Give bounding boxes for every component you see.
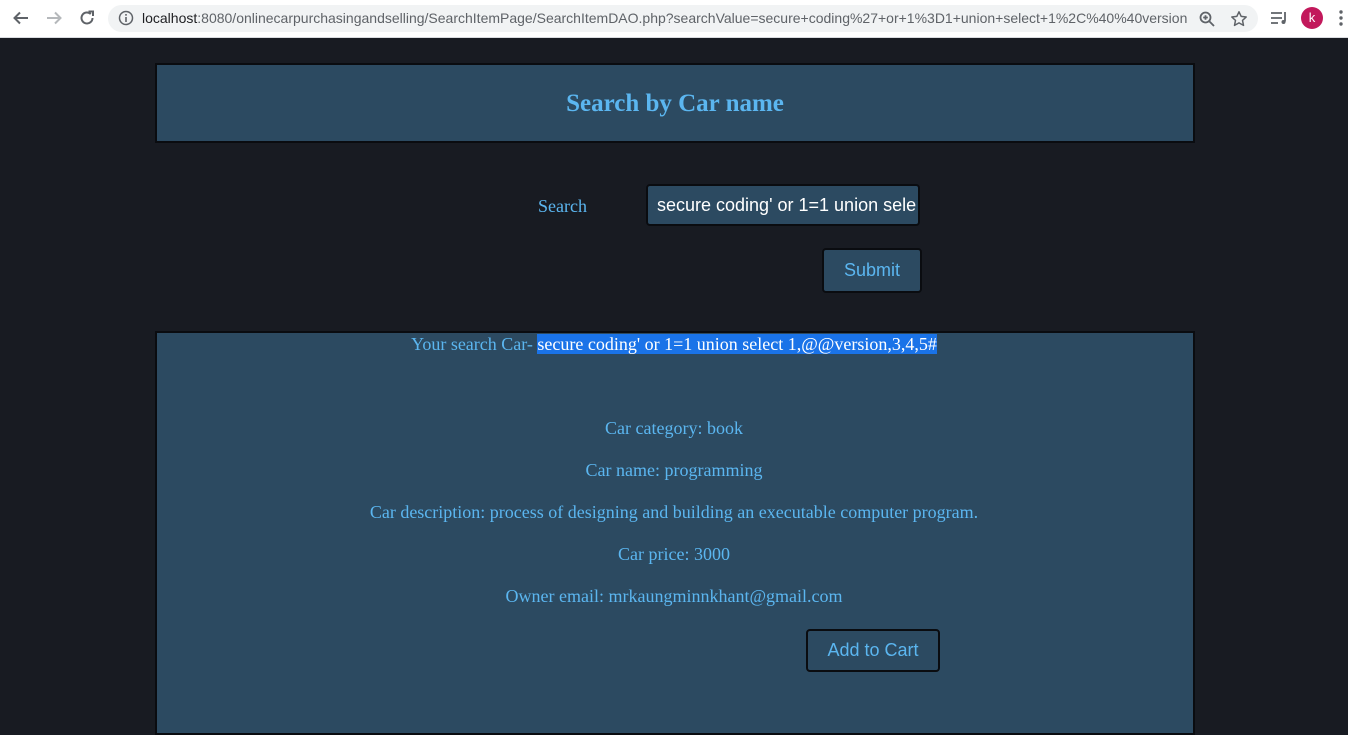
browser-toolbar: localhost:8080/onlinecarpurchasingandsel… — [0, 0, 1348, 38]
submit-button[interactable]: Submit — [822, 248, 922, 293]
address-bar[interactable]: localhost:8080/onlinecarpurchasingandsel… — [108, 5, 1258, 32]
reading-list-icon[interactable] — [1269, 8, 1289, 28]
forward-arrow-icon — [47, 11, 62, 25]
forward-button[interactable] — [42, 6, 66, 30]
search-input[interactable]: secure coding' or 1=1 union sele — [646, 184, 920, 226]
search-query-value: secure coding' or 1=1 union select 1,@@v… — [537, 334, 937, 354]
profile-avatar[interactable]: k — [1301, 7, 1323, 29]
bookmark-star-icon[interactable] — [1230, 10, 1248, 28]
page-title: Search by Car name — [566, 90, 784, 117]
menu-kebab-icon[interactable] — [1334, 8, 1348, 28]
add-to-cart-button[interactable]: Add to Cart — [806, 629, 940, 672]
info-icon[interactable] — [118, 10, 134, 26]
back-arrow-icon — [13, 11, 28, 25]
url-path: :8080/onlinecarpurchasingandselling/Sear… — [197, 10, 1187, 26]
search-label: Search — [538, 196, 587, 216]
car-category: Car category: book — [605, 418, 743, 438]
car-price: Car price: 3000 — [618, 544, 730, 564]
owner-email: Owner email: mrkaungminnkhant@gmail.com — [505, 586, 843, 606]
car-name: Car name: programming — [585, 460, 763, 480]
url-host: localhost — [142, 10, 198, 26]
back-button[interactable] — [9, 6, 33, 30]
reload-icon — [80, 10, 94, 25]
search-query-prefix: Your search Car- — [411, 334, 538, 354]
search-query-line: Your search Car- secure coding' or 1=1 u… — [0, 333, 1348, 355]
url-text: localhost:8080/onlinecarpurchasingandsel… — [142, 10, 1187, 27]
results-panel — [155, 331, 1195, 735]
car-description: Car description: process of designing an… — [369, 502, 979, 522]
zoom-icon[interactable] — [1198, 10, 1216, 28]
page-header: Search by Car name — [155, 63, 1195, 143]
reload-button[interactable] — [75, 6, 99, 30]
